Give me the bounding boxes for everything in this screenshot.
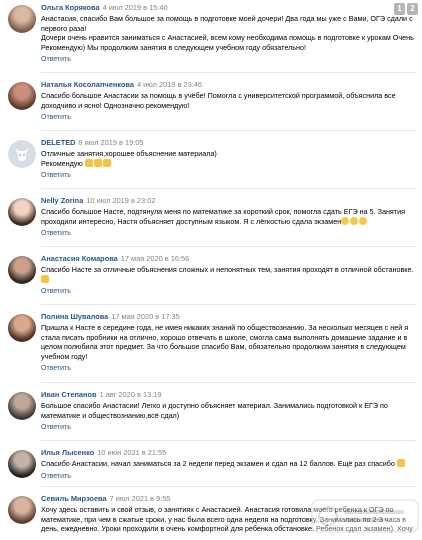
comment-text: Отличные занятия,хорошее объяснение мате… xyxy=(41,149,217,168)
reply-link[interactable]: Ответить xyxy=(41,55,414,64)
thumbs-up-icon xyxy=(102,158,111,167)
avatar[interactable] xyxy=(8,198,36,226)
comment-text: Пришла к Насте в середине года, не имея … xyxy=(41,323,409,361)
author-name[interactable]: DELETED xyxy=(41,138,76,147)
divider xyxy=(41,246,416,247)
reply-link[interactable]: Ответить xyxy=(41,113,414,122)
comment-date[interactable]: 1 авг 2020 в 13:19 xyxy=(100,390,162,399)
avatar[interactable] xyxy=(8,314,36,342)
comment-text: Спасибо Насте за отличные объяснения сло… xyxy=(41,265,414,284)
smile-emoji-icon xyxy=(359,216,368,225)
thumbs-up-icon xyxy=(41,274,49,283)
comment-date[interactable]: 4 июл 2019 в 15:40 xyxy=(103,3,168,12)
divider xyxy=(41,72,416,73)
avatar[interactable] xyxy=(8,496,36,524)
divider xyxy=(41,130,416,131)
author-name[interactable]: Иван Степанов xyxy=(41,390,97,399)
avatar[interactable] xyxy=(8,5,36,33)
author-name[interactable]: Илья Лысенко xyxy=(41,448,94,457)
reply-link[interactable]: Ответить xyxy=(41,229,414,238)
author-name[interactable]: Анастасия Комарова xyxy=(41,254,118,263)
smile-emoji-icon xyxy=(350,216,359,225)
avatar[interactable] xyxy=(8,256,36,284)
comment-date[interactable]: 4 июл 2019 в 23:46 xyxy=(137,80,202,89)
avatar[interactable] xyxy=(8,392,36,420)
avatar[interactable] xyxy=(8,450,36,478)
thumbs-up-icon xyxy=(93,158,102,167)
comment-date[interactable]: 7 июл 2021 в 9:55 xyxy=(110,494,171,503)
reply-link[interactable]: Ответить xyxy=(41,171,414,180)
author-name[interactable]: Наталья Косолапченкова xyxy=(41,80,134,89)
divider xyxy=(41,304,416,305)
avatar[interactable] xyxy=(8,82,36,110)
divider xyxy=(41,382,416,383)
comment-text: Анастасия, спасибо Вам большое за помощь… xyxy=(41,14,414,52)
comment-date[interactable]: 8 июл 2019 в 19:05 xyxy=(79,138,144,147)
thumbs-up-icon xyxy=(84,158,93,167)
comment-text: Спасибо большое Анастасии за помощь в уч… xyxy=(41,91,396,110)
thumbs-up-icon xyxy=(396,459,405,467)
reply-link[interactable]: Ответить xyxy=(41,423,414,432)
comment-date[interactable]: 10 июл 2019 в 23:02 xyxy=(86,196,155,205)
reply-link[interactable]: Ответить xyxy=(41,287,414,296)
comment-date[interactable]: 17 мая 2020 в 16:56 xyxy=(121,254,190,263)
reply-link[interactable]: Ответить xyxy=(41,472,414,481)
comment-date[interactable]: 10 июн 2021 в 21:55 xyxy=(97,448,166,457)
divider xyxy=(41,486,416,487)
dog-icon xyxy=(15,148,29,161)
smile-emoji-icon xyxy=(341,216,350,225)
watermark-logo xyxy=(311,499,419,533)
reply-link[interactable]: Ответить xyxy=(41,364,414,373)
divider xyxy=(41,440,416,441)
deleted-user-avatar[interactable] xyxy=(8,140,36,168)
author-name[interactable]: Севиль Мирзоева xyxy=(41,494,107,503)
author-name[interactable]: Полина Шувалова xyxy=(41,312,108,321)
comment-text: Спасибо большое Насте, подтянула меня по… xyxy=(41,207,405,226)
comment-text: Большое спасибо Анастасии! Легко и досту… xyxy=(41,401,388,420)
comment-date[interactable]: 17 мая 2020 в 17:35 xyxy=(111,312,180,321)
comment-text: Спасибо Анастасии, начал заниматься за 2… xyxy=(41,459,414,469)
author-name[interactable]: Ольга Корякова xyxy=(41,3,100,12)
author-name[interactable]: Nelly Zorina xyxy=(41,196,83,205)
divider xyxy=(41,188,416,189)
